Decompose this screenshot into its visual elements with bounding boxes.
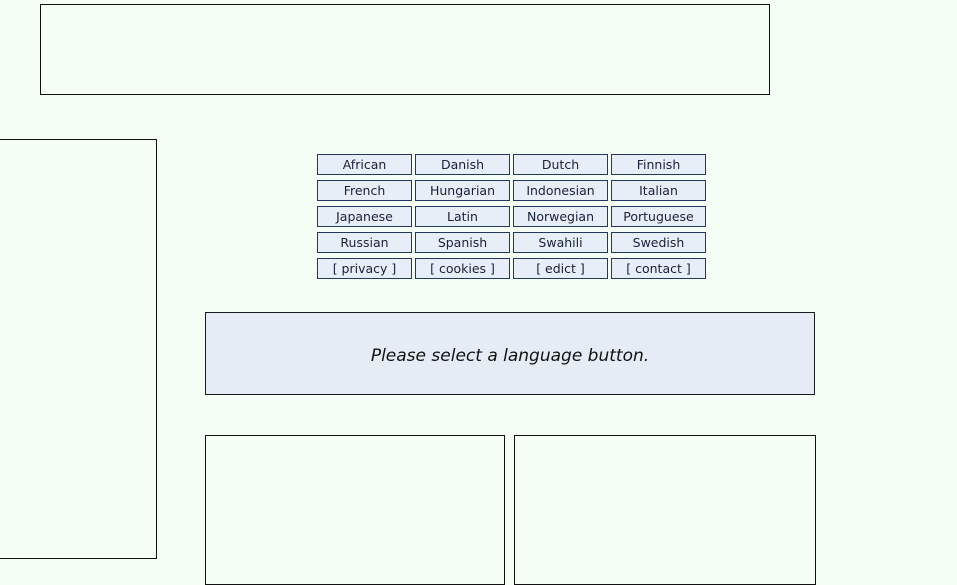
language-button-hungarian[interactable]: Hungarian [415, 180, 510, 201]
language-row-2: French Hungarian Indonesian Italian [317, 180, 707, 201]
language-button-dutch[interactable]: Dutch [513, 154, 608, 175]
bottom-left-frame [205, 435, 505, 585]
status-message-panel: Please select a language button. [205, 312, 815, 395]
language-row-1: African Danish Dutch Finnish [317, 154, 707, 175]
edict-link-button[interactable]: [ edict ] [513, 258, 608, 279]
privacy-link-button[interactable]: [ privacy ] [317, 258, 412, 279]
language-button-japanese[interactable]: Japanese [317, 206, 412, 227]
language-button-african[interactable]: African [317, 154, 412, 175]
language-button-russian[interactable]: Russian [317, 232, 412, 253]
language-row-4: Russian Spanish Swahili Swedish [317, 232, 707, 253]
bottom-right-frame [514, 435, 816, 585]
language-button-latin[interactable]: Latin [415, 206, 510, 227]
language-button-grid: African Danish Dutch Finnish French Hung… [317, 154, 707, 284]
left-sidebar-frame [0, 139, 157, 559]
language-button-danish[interactable]: Danish [415, 154, 510, 175]
language-button-swedish[interactable]: Swedish [611, 232, 706, 253]
language-button-norwegian[interactable]: Norwegian [513, 206, 608, 227]
language-button-finnish[interactable]: Finnish [611, 154, 706, 175]
language-button-italian[interactable]: Italian [611, 180, 706, 201]
cookies-link-button[interactable]: [ cookies ] [415, 258, 510, 279]
language-button-swahili[interactable]: Swahili [513, 232, 608, 253]
language-button-indonesian[interactable]: Indonesian [513, 180, 608, 201]
language-row-3: Japanese Latin Norwegian Portuguese [317, 206, 707, 227]
status-message-text: Please select a language button. [370, 346, 650, 366]
language-button-spanish[interactable]: Spanish [415, 232, 510, 253]
footer-link-row: [ privacy ] [ cookies ] [ edict ] [ cont… [317, 258, 707, 279]
top-banner-frame [40, 4, 770, 95]
language-button-portuguese[interactable]: Portuguese [611, 206, 706, 227]
page-root: African Danish Dutch Finnish French Hung… [0, 0, 957, 585]
language-button-french[interactable]: French [317, 180, 412, 201]
contact-link-button[interactable]: [ contact ] [611, 258, 706, 279]
